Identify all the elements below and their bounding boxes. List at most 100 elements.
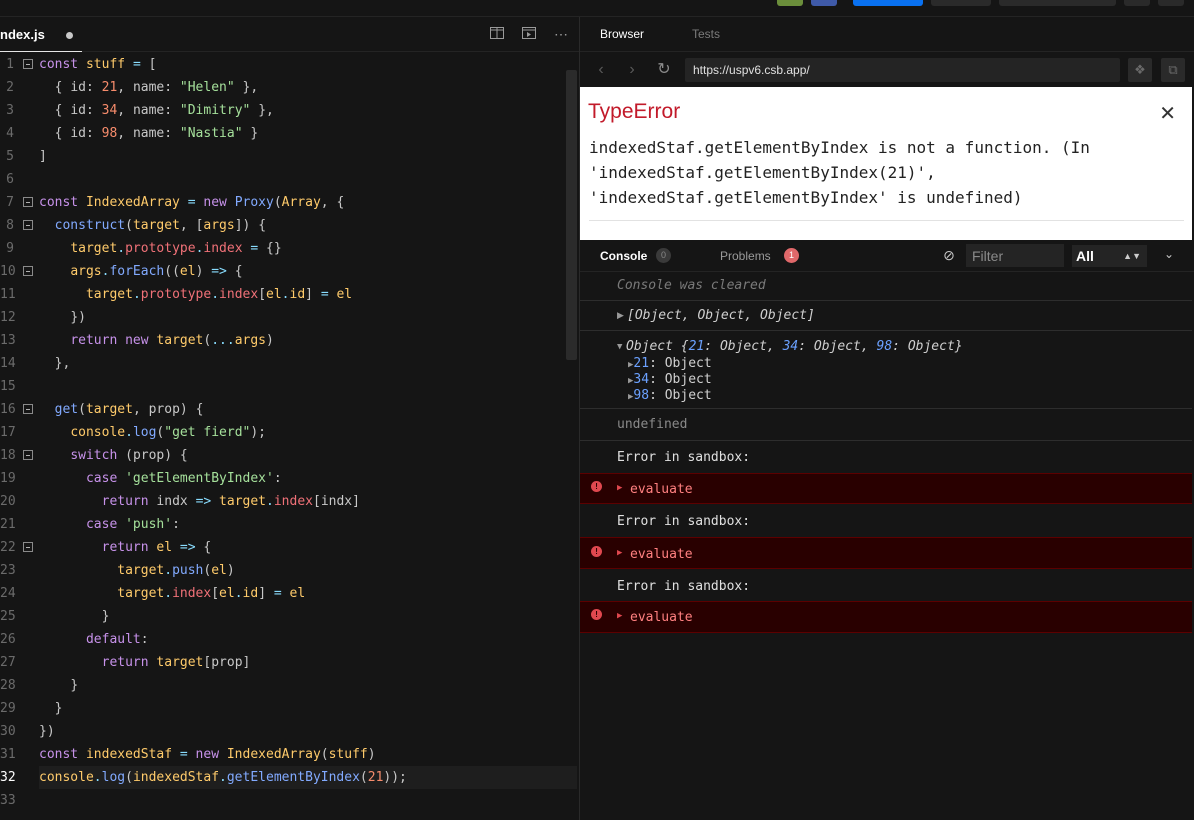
object-child-key: 34: [633, 372, 650, 387]
fold-toggle-icon[interactable]: [23, 450, 33, 460]
back-icon[interactable]: ‹: [592, 61, 610, 79]
devtools-icon[interactable]: ❖: [1128, 58, 1152, 82]
code-line[interactable]: 30}): [0, 720, 579, 743]
file-tab[interactable]: ndex.js: [0, 17, 82, 52]
expand-arrow-icon[interactable]: ▶: [617, 611, 622, 621]
object-value: Object: [719, 339, 767, 354]
code-line[interactable]: 8 construct(target, [args]) {: [0, 214, 579, 237]
code-line[interactable]: 12 }): [0, 306, 579, 329]
error-icon: !: [591, 609, 602, 620]
code-line[interactable]: 33: [0, 789, 579, 812]
code-line[interactable]: 21 case 'push':: [0, 513, 579, 536]
open-new-window-icon[interactable]: ⧉: [1161, 58, 1185, 82]
collapse-arrow-icon[interactable]: ▼: [617, 342, 622, 352]
toolbar-button[interactable]: [1158, 0, 1184, 6]
line-number: 16: [0, 402, 16, 417]
code-text: const IndexedArray = new Proxy(Array, {: [39, 195, 345, 210]
code-line[interactable]: 18 switch (prop) {: [0, 444, 579, 467]
object-child[interactable]: ▶98: Object: [628, 388, 712, 403]
code-line[interactable]: 29 }: [0, 697, 579, 720]
tab-browser[interactable]: Browser: [600, 27, 644, 41]
expand-arrow-icon[interactable]: ▶: [617, 548, 622, 558]
console-error-entry[interactable]: ! ▶ evaluate: [580, 537, 1192, 569]
code-line[interactable]: 15: [0, 375, 579, 398]
refresh-icon[interactable]: ↻: [655, 61, 673, 79]
fold-toggle-icon[interactable]: [23, 220, 33, 230]
console-error-entry[interactable]: ! ▶ evaluate: [580, 473, 1192, 504]
code-line[interactable]: 1 const stuff = [: [0, 53, 579, 76]
console-entry[interactable]: ▶ [Object, Object, Object]: [580, 301, 1192, 331]
console-entry: Error in sandbox:: [580, 570, 1192, 601]
close-icon[interactable]: ✕: [1159, 101, 1176, 126]
object-child[interactable]: ▶21: Object: [628, 356, 712, 371]
chevron-down-icon[interactable]: ⌄: [1164, 247, 1174, 261]
code-line[interactable]: 24 target.index[el.id] = el: [0, 582, 579, 605]
object-key: 21: [688, 339, 705, 354]
code-text: }: [54, 701, 63, 716]
expand-arrow-icon[interactable]: ▶: [617, 483, 622, 493]
code-line[interactable]: 14 },: [0, 352, 579, 375]
line-number: 33: [0, 793, 16, 808]
fold-toggle-icon[interactable]: [23, 197, 33, 207]
code-text: target.prototype.index = {}: [70, 241, 282, 256]
code-line[interactable]: 26 default:: [0, 628, 579, 651]
fold-toggle-icon[interactable]: [23, 59, 33, 69]
line-number: 17: [0, 425, 16, 440]
code-line[interactable]: 2 { id: 21, name: "Helen" },: [0, 76, 579, 99]
code-line[interactable]: 25 }: [0, 605, 579, 628]
log-level-select[interactable]: All ▲▼: [1072, 245, 1147, 267]
code-text: default:: [85, 632, 149, 647]
code-line[interactable]: 3 { id: 34, name: "Dimitry" },: [0, 99, 579, 122]
tab-console[interactable]: Console: [600, 249, 647, 263]
forward-icon[interactable]: ›: [623, 61, 641, 79]
object-child[interactable]: ▶34: Object: [628, 372, 712, 387]
expand-arrow-icon[interactable]: ▶: [617, 310, 624, 321]
line-number: 20: [0, 494, 16, 509]
code-line[interactable]: 22 return el => {: [0, 536, 579, 559]
code-line[interactable]: 13 return new target(...args): [0, 329, 579, 352]
code-line[interactable]: 6: [0, 168, 579, 191]
object-child-key: 98: [633, 388, 650, 403]
code-line[interactable]: 19 case 'getElementByIndex':: [0, 467, 579, 490]
filter-input[interactable]: [966, 244, 1064, 267]
avatar[interactable]: [777, 0, 803, 6]
console-error-entry[interactable]: ! ▶ evaluate: [580, 601, 1192, 633]
code-area[interactable]: 1 const stuff = [2 { id: 21, name: "Helen…: [0, 53, 579, 820]
line-number: 6: [6, 172, 14, 187]
code-line[interactable]: 9 target.prototype.index = {}: [0, 237, 579, 260]
fold-toggle-icon[interactable]: [23, 404, 33, 414]
clear-console-icon[interactable]: ⊘: [941, 247, 957, 263]
code-text: target.prototype.index[el.id] = el: [85, 287, 353, 302]
primary-button[interactable]: [853, 0, 923, 6]
code-line[interactable]: 7 const IndexedArray = new Proxy(Array, {: [0, 191, 579, 214]
code-line[interactable]: 4 { id: 98, name: "Nastia" }: [0, 122, 579, 145]
console-entry[interactable]: ▼ Object {21: Object, 34: Object, 98: Ob…: [580, 331, 1192, 409]
code-line[interactable]: 11 target.prototype.index[el.id] = el: [0, 283, 579, 306]
code-line[interactable]: 20 return indx => target.index[indx]: [0, 490, 579, 513]
error-icon: !: [591, 481, 602, 492]
code-line[interactable]: 27 return target[prop]: [0, 651, 579, 674]
avatar[interactable]: [811, 0, 837, 6]
code-line[interactable]: 23 target.push(el): [0, 559, 579, 582]
fold-toggle-icon[interactable]: [23, 542, 33, 552]
toolbar-button[interactable]: [1124, 0, 1150, 6]
code-line[interactable]: 32 console.log(indexedStaf.getElementByIn…: [0, 766, 579, 789]
toolbar-button[interactable]: [999, 0, 1116, 6]
tab-tests[interactable]: Tests: [692, 27, 720, 41]
fold-toggle-icon[interactable]: [23, 266, 33, 276]
code-line[interactable]: 17 console.log("get fierd");: [0, 421, 579, 444]
code-line[interactable]: 5]: [0, 145, 579, 168]
url-input[interactable]: https://uspv6.csb.app/: [685, 58, 1120, 82]
error-entry-label: evaluate: [630, 482, 693, 497]
split-view-icon[interactable]: [487, 25, 507, 43]
code-line[interactable]: 10 args.forEach((el) => {: [0, 260, 579, 283]
more-options-icon[interactable]: ⋯: [551, 25, 571, 43]
tab-problems[interactable]: Problems: [720, 249, 771, 263]
code-line[interactable]: 28 }: [0, 674, 579, 697]
editor-scrollbar[interactable]: [566, 70, 577, 360]
console-entry: Error in sandbox:: [580, 441, 1192, 473]
code-line[interactable]: 31 const indexedStaf = new IndexedArray(s…: [0, 743, 579, 766]
preview-icon[interactable]: [519, 25, 539, 43]
toolbar-button[interactable]: [931, 0, 991, 6]
code-line[interactable]: 16 get(target, prop) {: [0, 398, 579, 421]
